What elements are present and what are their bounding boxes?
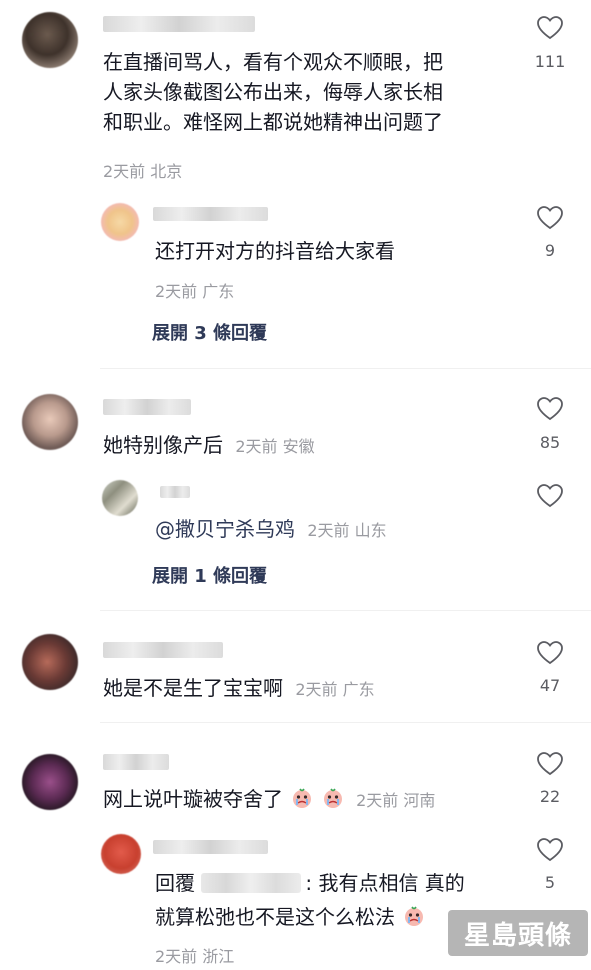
reply-text: 还打开对方的抖音给大家看 — [155, 239, 395, 263]
avatar[interactable] — [101, 834, 141, 874]
mentioned-username-blurred[interactable] — [201, 873, 302, 893]
username-blurred[interactable] — [153, 840, 268, 854]
divider — [100, 722, 591, 723]
heart-icon[interactable] — [537, 397, 563, 421]
reply-meta: 2天前 浙江 — [155, 947, 235, 966]
divider — [100, 610, 591, 611]
like-count: 22 — [539, 787, 561, 806]
comment-meta: 2天前 北京 — [103, 162, 183, 181]
reply-meta: 2天前 广东 — [155, 282, 235, 301]
like-count: 85 — [539, 433, 561, 452]
avatar[interactable] — [22, 634, 78, 690]
expand-replies-link[interactable]: 展開 1 條回覆 — [152, 562, 267, 588]
username-blurred[interactable] — [160, 486, 190, 498]
reply-text: 就算松弛也不是这个么松法 — [155, 902, 425, 932]
avatar[interactable] — [101, 203, 139, 241]
watermark-text: 星島頭條 — [463, 920, 572, 951]
username-blurred[interactable] — [103, 754, 169, 770]
username-blurred[interactable] — [103, 642, 223, 658]
like-count: 111 — [534, 52, 566, 71]
reply-text: 回覆 : 我有点相信 真的 — [155, 871, 465, 895]
comment-meta: 2天前 河南 — [356, 791, 436, 810]
watermark-logo: 星島頭條 — [448, 910, 588, 956]
divider — [100, 368, 591, 369]
heart-icon[interactable] — [537, 484, 563, 508]
comment-meta: 2天前 安徽 — [235, 437, 315, 456]
heart-icon[interactable] — [537, 838, 563, 862]
avatar[interactable] — [102, 480, 138, 516]
expand-replies-link[interactable]: 展開 3 條回覆 — [152, 319, 267, 345]
comment-text: 网上说叶璇被夺舍了 2天前 河南 — [103, 787, 436, 811]
heart-icon[interactable] — [537, 641, 563, 665]
username-blurred[interactable] — [103, 16, 255, 32]
like-count: 9 — [544, 241, 556, 260]
like-count: 5 — [544, 873, 556, 892]
crying-emoji-icon — [405, 906, 424, 926]
avatar[interactable] — [22, 12, 78, 68]
heart-icon[interactable] — [537, 206, 563, 230]
reply-text: @撒贝宁杀乌鸡 2天前 山东 — [155, 517, 387, 541]
like-count: 47 — [539, 676, 561, 695]
avatar[interactable] — [22, 754, 78, 810]
comment-meta: 2天前 广东 — [295, 680, 375, 699]
reply-meta: 2天前 山东 — [307, 521, 387, 540]
avatar[interactable] — [22, 394, 78, 450]
comment-text: 她特别像产后 2天前 安徽 — [103, 433, 315, 457]
crying-emoji-icon — [323, 788, 342, 808]
comment-text: 她是不是生了宝宝啊 2天前 广东 — [103, 676, 375, 700]
crying-emoji-icon — [293, 788, 312, 808]
comment-text: 在直播间骂人，看有个观众不顺眼，把 人家头像截图公布出来，侮辱人家长相 和职业。… — [103, 50, 443, 134]
heart-icon[interactable] — [537, 16, 563, 40]
heart-icon[interactable] — [537, 752, 563, 776]
username-blurred[interactable] — [103, 399, 191, 415]
username-blurred[interactable] — [153, 207, 268, 221]
